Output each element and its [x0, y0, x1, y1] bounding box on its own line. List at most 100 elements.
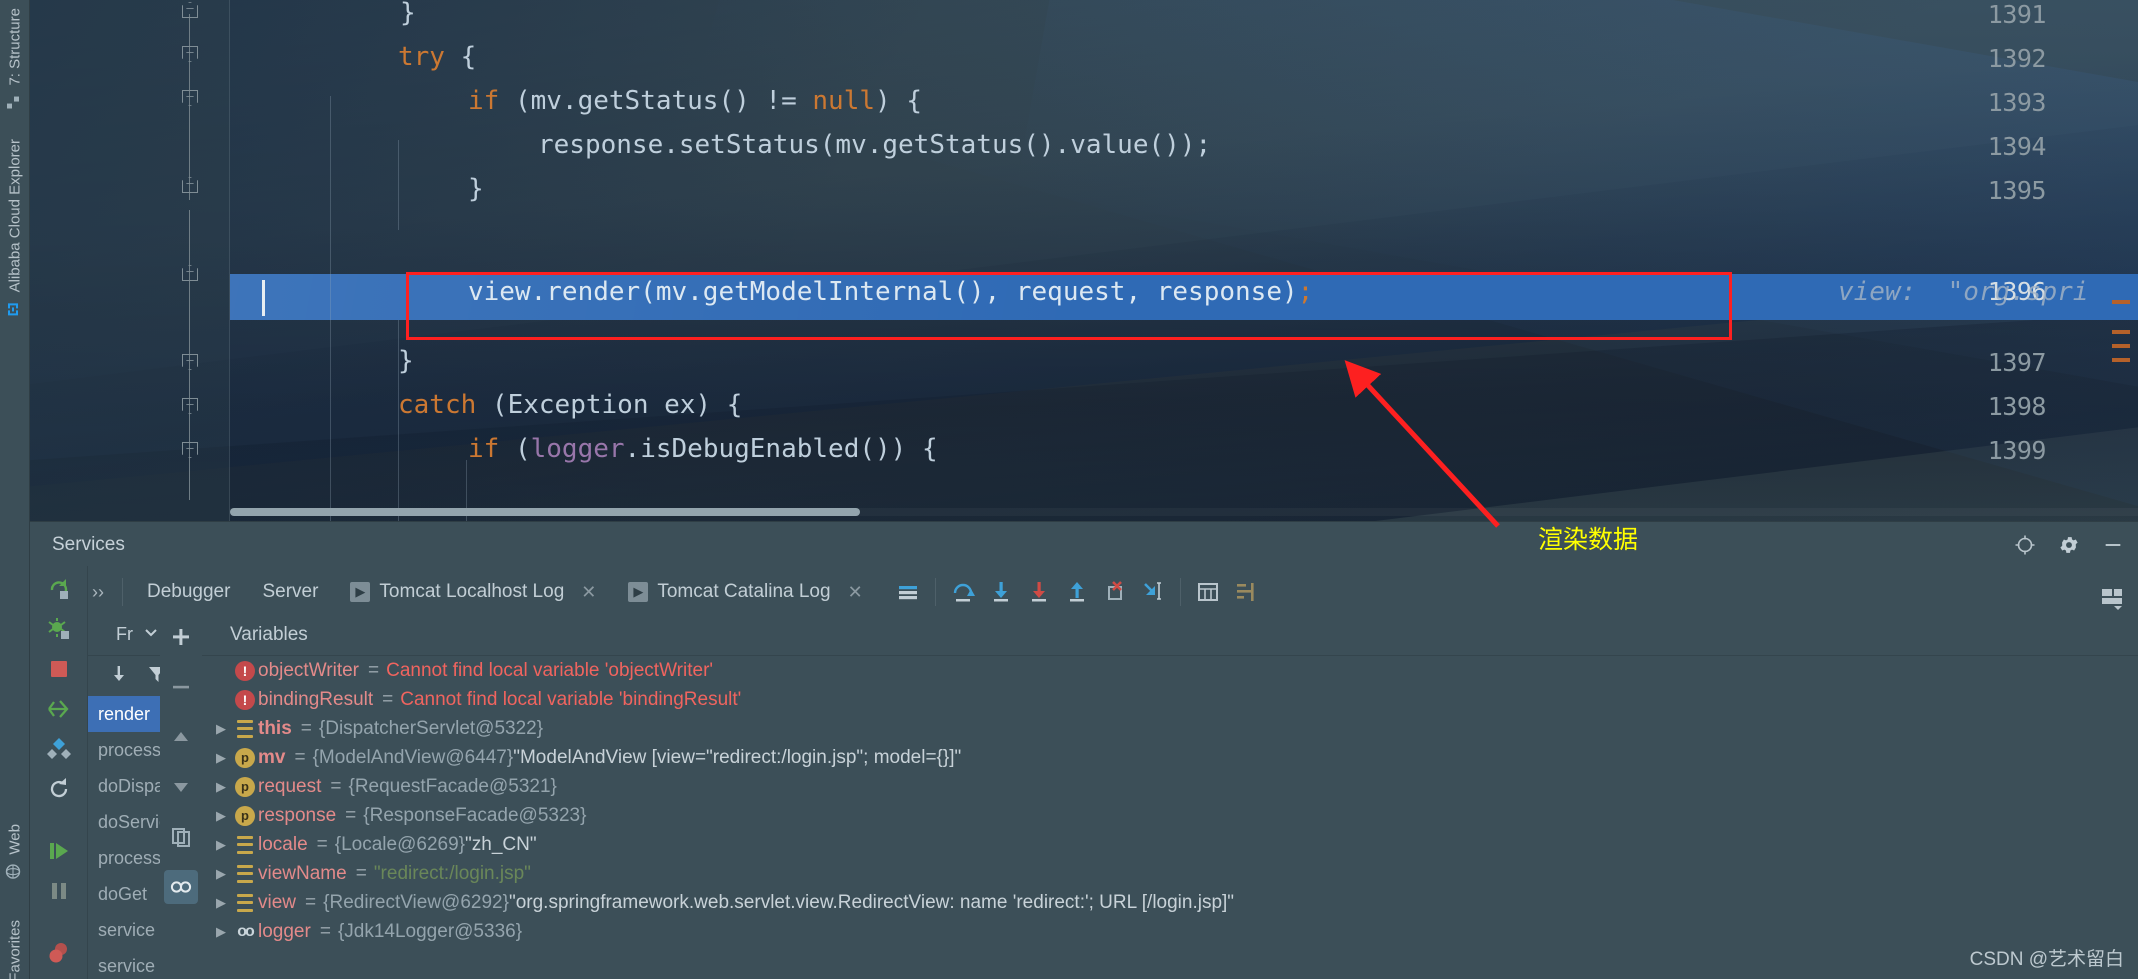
force-step-into-icon[interactable]	[1020, 573, 1058, 611]
table-row[interactable]: ! objectWriter = Cannot find local varia…	[202, 656, 2138, 685]
pause-program-icon[interactable]	[46, 878, 72, 904]
tab-server[interactable]: Server	[246, 570, 334, 614]
run-actions-toolbar	[30, 566, 88, 979]
code-line-1393: if (mv.getStatus() != null) {	[468, 86, 922, 116]
remove-watch-icon[interactable]	[164, 670, 198, 704]
minimize-icon[interactable]	[2100, 532, 2126, 558]
table-row[interactable]: ▶ viewName = "redirect:/login.jsp"	[202, 859, 2138, 888]
expand-toggle[interactable]: ▶	[210, 721, 232, 737]
line-number: 1392	[1987, 44, 2047, 73]
tab-tomcat-localhost-log[interactable]: ▶ Tomcat Localhost Log ✕	[334, 570, 612, 614]
code-line-1391: }	[400, 0, 416, 28]
frame-label: render	[98, 703, 151, 724]
step-out-icon[interactable]	[1058, 573, 1096, 611]
debugger-step-toolbar	[889, 573, 1265, 611]
drop-frame-icon[interactable]	[1096, 573, 1134, 611]
sidebar-item-structure[interactable]: 7: Structure	[0, 4, 30, 115]
variable-name: logger	[258, 920, 311, 942]
structure-icon	[6, 95, 24, 109]
sidebar-item-alibaba-cloud-explorer[interactable]: Alibaba Cloud Explorer	[0, 135, 30, 323]
variables-tab-header[interactable]: Variables	[202, 614, 2138, 656]
code-token: response.setStatus(mv.getStatus().value(…	[538, 130, 1212, 160]
table-row[interactable]: ▶ oo logger = {Jdk14Logger@5336}	[202, 917, 2138, 946]
redeploy-icon[interactable]	[46, 696, 72, 722]
tab-overflow-icon[interactable]: ››	[88, 582, 114, 603]
line-number: 1391	[1987, 0, 2047, 29]
expand-toggle[interactable]: ▶	[210, 750, 232, 766]
stop-icon[interactable]	[46, 656, 72, 682]
table-row[interactable]: ▶ this = {DispatcherServlet@5322}	[202, 714, 2138, 743]
rerun-icon[interactable]	[46, 576, 72, 602]
table-row[interactable]: ▶ view = {RedirectView@6292} "org.spring…	[202, 888, 2138, 917]
variable-value: {Jdk14Logger@5336}	[337, 920, 523, 942]
annotation-arrow	[1344, 360, 1500, 528]
field-badge-icon	[232, 719, 258, 738]
inspect-icon[interactable]	[164, 870, 198, 904]
evaluate-expression-icon[interactable]	[1189, 573, 1227, 611]
sidebar-item-web[interactable]: Web	[0, 820, 30, 886]
table-row[interactable]: ▶ p request = {RequestFacade@5321}	[202, 772, 2138, 801]
expand-toggle[interactable]: ▶	[210, 866, 232, 882]
table-row[interactable]: ▶ p mv = {ModelAndView@6447} "ModelAndVi…	[202, 743, 2138, 772]
web-globe-icon	[5, 864, 25, 880]
restart-icon[interactable]	[46, 776, 72, 802]
settings-gear-icon[interactable]	[2056, 532, 2082, 558]
rerun-debug-icon[interactable]	[46, 616, 72, 642]
expand-toggle[interactable]: ▶	[210, 837, 232, 853]
view-breakpoints-icon[interactable]	[46, 940, 72, 966]
code-token-keyword: try	[398, 42, 445, 72]
error-stripe-marker[interactable]	[2112, 330, 2130, 334]
variable-value: {ModelAndView@6447}	[312, 746, 514, 768]
export-threads-icon[interactable]	[109, 664, 129, 689]
run-to-cursor-icon[interactable]	[1134, 573, 1172, 611]
update-app-icon[interactable]	[46, 736, 72, 762]
variables-list[interactable]: ! objectWriter = Cannot find local varia…	[202, 656, 2138, 979]
equals-sign: =	[294, 746, 306, 768]
code-token: {	[444, 42, 477, 72]
move-up-icon[interactable]	[164, 720, 198, 754]
chevron-down-icon[interactable]	[143, 624, 159, 645]
param-badge-icon: p	[232, 776, 258, 797]
field-badge-icon	[232, 893, 258, 912]
line-number: 1399	[1987, 436, 2047, 465]
variable-name: this	[258, 717, 292, 739]
variable-value: {ResponseFacade@5323}	[363, 804, 587, 826]
copy-value-icon[interactable]	[164, 820, 198, 854]
expand-toggle[interactable]: ▶	[210, 924, 232, 940]
expand-toggle[interactable]: ▶	[210, 895, 232, 911]
close-icon[interactable]: ✕	[848, 582, 863, 603]
threads-and-variables-icon[interactable]	[1227, 573, 1265, 611]
services-title: Services	[52, 534, 125, 555]
tab-debugger[interactable]: Debugger	[131, 570, 246, 614]
equals-sign: =	[355, 862, 367, 884]
table-row[interactable]: ▶ locale = {Locale@6269} "zh_CN"	[202, 830, 2138, 859]
expand-toggle[interactable]: ▶	[210, 808, 232, 824]
error-stripe-marker[interactable]	[2112, 300, 2130, 304]
show-execution-point-icon[interactable]	[889, 573, 927, 611]
locate-target-icon[interactable]	[2012, 532, 2038, 558]
sidebar-item-favorites[interactable]: Favorites	[0, 916, 30, 979]
frame-label: service	[98, 955, 156, 976]
code-editor[interactable]: 1391 1392 1393 1394 1395 1396 1397 1398 …	[30, 0, 2138, 521]
move-down-icon[interactable]	[164, 770, 198, 804]
oo-badge-icon: oo	[237, 922, 254, 940]
resume-program-icon[interactable]	[46, 838, 72, 864]
close-icon[interactable]: ✕	[581, 582, 596, 603]
table-row[interactable]: ▶ p response = {ResponseFacade@5323}	[202, 801, 2138, 830]
code-line-1397: }	[398, 346, 414, 376]
add-watch-icon[interactable]	[164, 620, 198, 654]
cloud-explorer-icon	[5, 301, 25, 317]
editor-hscrollbar-thumb[interactable]	[230, 508, 860, 516]
error-stripe-marker[interactable]	[2112, 344, 2130, 348]
expand-toggle[interactable]: ▶	[210, 779, 232, 795]
step-into-icon[interactable]	[982, 573, 1020, 611]
tab-label: Debugger	[147, 581, 231, 602]
equals-sign: =	[305, 891, 317, 913]
variable-name: mv	[258, 746, 286, 768]
tab-tomcat-catalina-log[interactable]: ▶ Tomcat Catalina Log ✕	[612, 570, 878, 614]
error-stripe-marker[interactable]	[2112, 358, 2130, 362]
variable-value: {RequestFacade@5321}	[348, 775, 557, 797]
table-row[interactable]: ! bindingResult = Cannot find local vari…	[202, 685, 2138, 714]
editor-gutter[interactable]	[30, 0, 230, 521]
step-over-icon[interactable]	[944, 573, 982, 611]
